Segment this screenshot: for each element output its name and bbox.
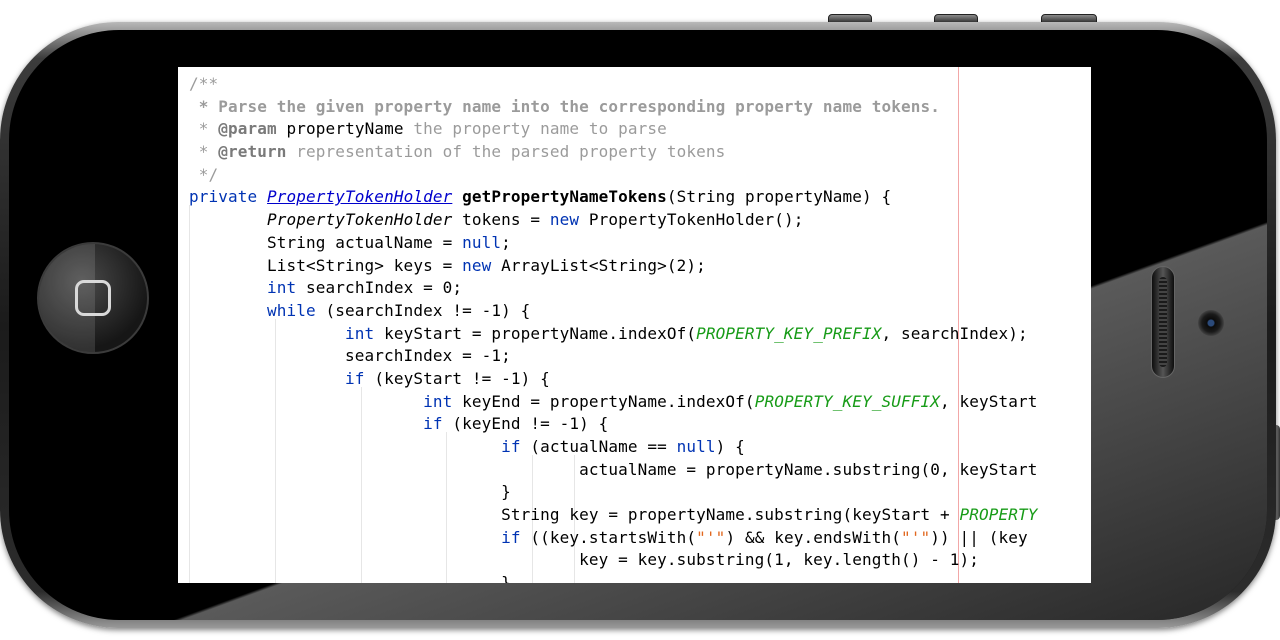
- code-token: searchIndex = -1;: [189, 346, 511, 366]
- front-camera: [1198, 310, 1224, 336]
- code-token: keyStart = propertyName.indexOf(: [374, 323, 697, 343]
- code-line: private PropertyTokenHolder getPropertyN…: [189, 186, 1038, 209]
- code-line: if (keyEnd != -1) {: [189, 413, 1038, 436]
- code-line: int searchIndex = 0;: [189, 277, 1038, 300]
- code-token: PropertyTokenHolder();: [579, 210, 804, 230]
- code-token: (String propertyName) {: [666, 187, 892, 207]
- code-token: private: [189, 187, 268, 207]
- code-token: ;: [501, 232, 511, 252]
- code-token: int: [267, 278, 297, 298]
- code-token: (actualName ==: [520, 437, 677, 456]
- code-line: /**: [189, 73, 1038, 96]
- code-line: }: [189, 572, 1038, 583]
- code-line: while (searchIndex != -1) {: [189, 300, 1038, 323]
- code-token: ) {: [715, 437, 745, 456]
- code-token: String actualName =: [189, 232, 463, 252]
- code-token: if: [423, 414, 443, 434]
- code-token: List<String> keys =: [189, 255, 463, 275]
- code-token: "'": [696, 527, 726, 547]
- code-token: (keyEnd != -1) {: [442, 414, 609, 434]
- code-token: null: [462, 232, 502, 252]
- code-token: if: [501, 527, 521, 547]
- code-token: }: [189, 482, 511, 502]
- code-token: keyEnd = propertyName.indexOf(: [452, 391, 755, 411]
- code-token: int: [423, 391, 453, 411]
- code-token: , keyStart: [940, 391, 1038, 411]
- code-line: int keyEnd = propertyName.indexOf(PROPER…: [189, 391, 1038, 414]
- code-token: String key = propertyName.substring(keyS…: [189, 505, 960, 525]
- code-token: representation of the parsed property to…: [286, 142, 726, 162]
- code-token: PROPERTY_KEY_SUFFIX: [754, 391, 940, 411]
- code-token: new: [549, 210, 580, 230]
- code-line: String actualName = null;: [189, 232, 1038, 255]
- code-line: actualName = propertyName.substring(0, k…: [189, 459, 1038, 482]
- code-line: * @param propertyName the property name …: [189, 118, 1038, 141]
- code-line: if (actualName == null) {: [189, 436, 1038, 459]
- code-token: the property name to parse: [403, 119, 667, 139]
- code-token: /**: [189, 74, 219, 93]
- code-token: *: [189, 119, 219, 139]
- code-token: searchIndex = 0;: [296, 278, 463, 298]
- code-token: propertyName: [276, 119, 404, 139]
- code-token: ((key.startsWith(: [520, 527, 697, 547]
- code-line: if ((key.startsWith("'") && key.endsWith…: [189, 527, 1038, 550]
- source-code[interactable]: /** * Parse the given property name into…: [189, 73, 1038, 583]
- code-line: }: [189, 481, 1038, 504]
- code-token: new: [462, 255, 492, 275]
- earpiece-speaker: [1151, 266, 1175, 378]
- code-token: (keyStart != -1) {: [364, 368, 550, 388]
- code-line: PropertyTokenHolder tokens = new Propert…: [189, 209, 1038, 232]
- code-token: PropertyTokenHolder: [267, 187, 453, 207]
- code-token: while: [267, 300, 316, 320]
- code-line: * Parse the given property name into the…: [189, 96, 1038, 119]
- code-token: @param: [218, 119, 277, 139]
- code-token: ArrayList<String>(2);: [491, 255, 706, 275]
- code-token: PROPERTY_KEY_PREFIX: [696, 323, 882, 343]
- code-token: (searchIndex != -1) {: [315, 300, 531, 320]
- code-line: List<String> keys = new ArrayList<String…: [189, 255, 1038, 278]
- code-line: String key = propertyName.substring(keyS…: [189, 504, 1038, 527]
- code-line: * @return representation of the parsed p…: [189, 141, 1038, 164]
- code-token: , searchIndex);: [881, 323, 1028, 343]
- code-token: @return: [218, 142, 287, 162]
- code-line: key = key.substring(1, key.length() - 1)…: [189, 549, 1038, 572]
- code-token: */: [189, 164, 219, 184]
- code-token: ) && key.endsWith(: [725, 527, 901, 547]
- code-token: key = key.substring(1, key.length() - 1)…: [189, 550, 979, 570]
- code-line: int keyStart = propertyName.indexOf(PROP…: [189, 323, 1038, 346]
- code-token: )) || (key: [930, 527, 1028, 547]
- code-line: */: [189, 164, 1038, 187]
- code-token: PropertyTokenHolder: [267, 210, 453, 230]
- code-token: if: [501, 437, 521, 456]
- code-token: if: [345, 368, 365, 388]
- code-token: "'": [901, 527, 931, 547]
- code-token: }: [189, 573, 511, 583]
- code-token: *: [189, 142, 219, 162]
- square-home-icon: [75, 280, 111, 316]
- code-token: tokens =: [452, 210, 550, 230]
- code-token: getPropertyNameTokens: [462, 187, 667, 207]
- code-token: PROPERTY: [959, 505, 1038, 525]
- code-token: null: [676, 437, 716, 456]
- code-token: * Parse the given property name into the…: [189, 96, 940, 116]
- home-button[interactable]: [37, 242, 149, 354]
- code-line: searchIndex = -1;: [189, 345, 1038, 368]
- code-token: int: [345, 323, 375, 343]
- code-line: if (keyStart != -1) {: [189, 368, 1038, 391]
- code-editor-screen[interactable]: /** * Parse the given property name into…: [178, 67, 1091, 583]
- code-token: actualName = propertyName.substring(0, k…: [189, 459, 1038, 479]
